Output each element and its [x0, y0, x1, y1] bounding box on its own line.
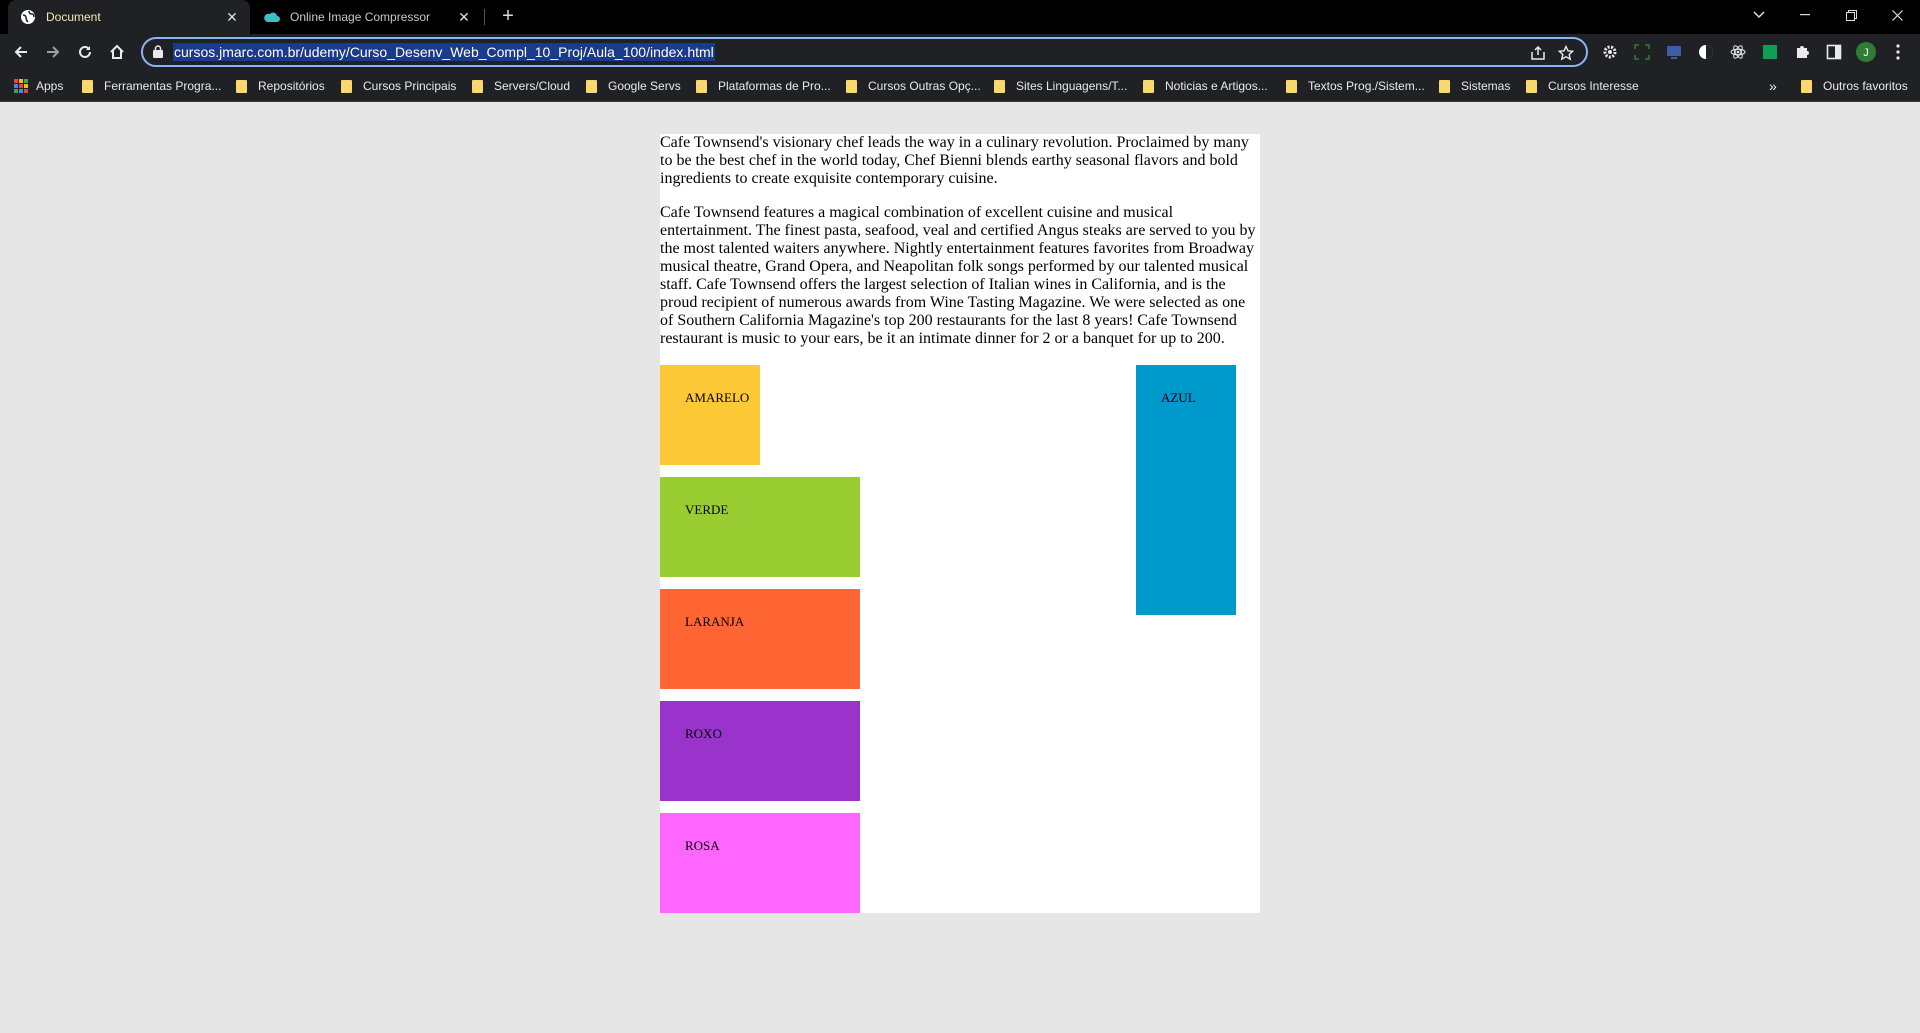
cloud-icon: [264, 9, 280, 25]
folder-icon: [696, 79, 707, 93]
tab-separator: [484, 9, 485, 25]
bookmark-folder[interactable]: Sites Linguagens/T...: [994, 77, 1127, 95]
reload-button[interactable]: [73, 40, 97, 64]
restore-button[interactable]: [1828, 0, 1874, 30]
folder-icon: [82, 79, 93, 93]
folder-icon: [1286, 79, 1297, 93]
bookmarks-overflow-button[interactable]: »: [1769, 77, 1777, 95]
box-verde: VERDE: [660, 477, 860, 577]
bookmark-other-favorites[interactable]: Outros favoritos: [1801, 77, 1908, 95]
puzzle-icon[interactable]: [1792, 42, 1812, 62]
minimize-button[interactable]: [1782, 0, 1828, 30]
folder-icon: [1439, 79, 1450, 93]
folder-icon: [994, 79, 1005, 93]
bookmark-label: Sites Linguagens/T...: [1016, 79, 1128, 93]
bookmark-label: Google Servs: [608, 79, 681, 93]
react-extension-icon[interactable]: [1728, 42, 1748, 62]
box-label: LARANJA: [685, 614, 745, 629]
share-icon[interactable]: [1529, 44, 1547, 62]
bookmarks-bar: Apps Ferramentas Progra... Repositórios …: [0, 70, 1920, 102]
bookmark-label: Textos Prog./Sistem...: [1308, 79, 1425, 93]
tab-search-icon[interactable]: [1736, 0, 1782, 30]
box-label: AZUL: [1161, 390, 1196, 405]
bookmark-folder[interactable]: Plataformas de Pro...: [696, 77, 831, 95]
box-roxo: ROXO: [660, 701, 860, 801]
box-laranja: LARANJA: [660, 589, 860, 689]
tab-document[interactable]: Document ✕: [8, 0, 250, 34]
back-button[interactable]: [9, 40, 33, 64]
bookmark-folder[interactable]: Google Servs: [586, 77, 681, 95]
bookmark-folder[interactable]: Sistemas: [1439, 77, 1510, 95]
folder-icon: [236, 79, 247, 93]
box-rosa: ROSA: [660, 813, 860, 913]
forward-button[interactable]: [41, 40, 65, 64]
page-viewport: Cafe Townsend's visionary chef leads the…: [0, 103, 1920, 1033]
paragraph-features: Cafe Townsend features a magical combina…: [660, 204, 1256, 347]
bookmark-folder[interactable]: Servers/Cloud: [472, 77, 570, 95]
bookmark-label: Sistemas: [1461, 79, 1511, 93]
tab-title: Document: [46, 10, 101, 24]
bookmark-label: Plataformas de Pro...: [718, 79, 831, 93]
tab-strip: Document ✕ Online Image Compressor ✕ +: [0, 0, 1920, 34]
bookmark-label: Outros favoritos: [1823, 79, 1908, 93]
bookmark-label: Servers/Cloud: [494, 79, 571, 93]
bookmark-apps[interactable]: Apps: [14, 77, 63, 95]
bookmark-label: Ferramentas Progra...: [104, 79, 222, 93]
gear-extension-icon[interactable]: [1600, 42, 1620, 62]
box-label: ROSA: [685, 838, 720, 853]
bookmark-folder[interactable]: Cursos Principais: [341, 77, 456, 95]
lock-icon[interactable]: [153, 45, 163, 63]
bookmark-folder[interactable]: Textos Prog./Sistem...: [1286, 77, 1425, 95]
contrast-extension-icon[interactable]: [1696, 42, 1716, 62]
bookmark-label: Cursos Interesse: [1548, 79, 1639, 93]
content-container: Cafe Townsend's visionary chef leads the…: [660, 134, 1260, 913]
close-icon[interactable]: ✕: [222, 7, 242, 27]
profile-avatar[interactable]: J: [1856, 42, 1876, 62]
folder-icon: [586, 79, 597, 93]
folder-icon: [472, 79, 483, 93]
tab-online-image-compressor[interactable]: Online Image Compressor ✕: [252, 0, 482, 34]
url-text[interactable]: cursos.jmarc.com.br/udemy/Curso_Desenv_W…: [173, 43, 715, 61]
tab-title: Online Image Compressor: [290, 10, 431, 24]
box-label: VERDE: [685, 502, 729, 517]
chevron-double-right-icon: »: [1769, 78, 1777, 94]
globe-icon: [20, 9, 36, 25]
home-button[interactable]: [105, 40, 129, 64]
close-icon[interactable]: ✕: [454, 7, 474, 27]
address-bar[interactable]: cursos.jmarc.com.br/udemy/Curso_Desenv_W…: [141, 37, 1588, 67]
profile-initial: J: [1863, 47, 1869, 59]
box-label: AMARELO: [685, 390, 750, 405]
side-panel-icon[interactable]: [1824, 42, 1844, 62]
folder-icon: [1143, 79, 1154, 93]
new-tab-button[interactable]: +: [496, 5, 520, 29]
bookmark-label: Noticias e Artigos...: [1165, 79, 1268, 93]
apps-grid-icon: [14, 79, 28, 93]
folder-icon: [1801, 79, 1812, 93]
bookmark-folder[interactable]: Ferramentas Progra...: [82, 77, 221, 95]
star-icon[interactable]: [1557, 44, 1575, 62]
paragraph-intro: Cafe Townsend's visionary chef leads the…: [660, 134, 1249, 187]
box-label: ROXO: [685, 726, 722, 741]
bookmark-folder[interactable]: Cursos Outras Opç...: [846, 77, 981, 95]
menu-dots-icon[interactable]: [1888, 42, 1908, 62]
bookmark-label: Cursos Outras Opç...: [868, 79, 981, 93]
box-amarelo: AMARELO: [660, 365, 760, 465]
bookmark-label: Apps: [36, 79, 64, 93]
folder-icon: [846, 79, 857, 93]
bookmark-label: Cursos Principais: [363, 79, 457, 93]
bookmark-folder[interactable]: Repositórios: [236, 77, 325, 95]
box-azul: AZUL: [1136, 365, 1236, 615]
close-window-button[interactable]: [1874, 0, 1920, 30]
bookmark-folder[interactable]: Cursos Interesse: [1526, 77, 1639, 95]
screen-extension-icon[interactable]: [1664, 42, 1684, 62]
folder-icon: [341, 79, 352, 93]
bookmark-folder[interactable]: Noticias e Artigos...: [1143, 77, 1268, 95]
folder-icon: [1526, 79, 1537, 93]
browser-toolbar: cursos.jmarc.com.br/udemy/Curso_Desenv_W…: [0, 34, 1920, 70]
green-square-extension-icon[interactable]: [1760, 42, 1780, 62]
screenshot-extension-icon[interactable]: [1632, 42, 1652, 62]
bookmark-label: Repositórios: [258, 79, 325, 93]
